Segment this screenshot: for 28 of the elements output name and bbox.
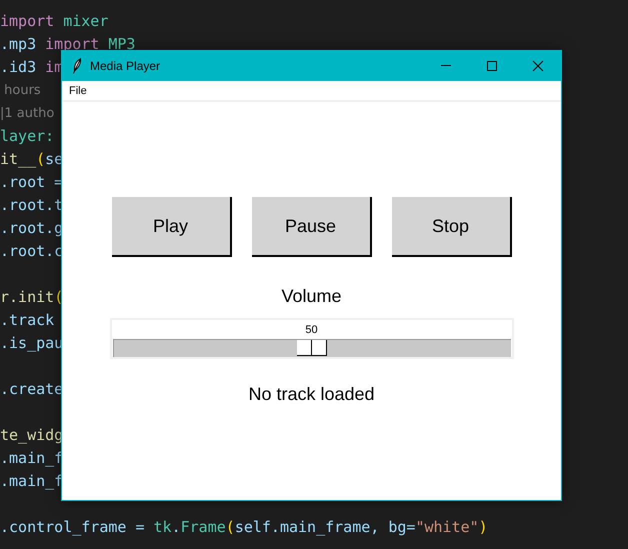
code-line: .control_frame = tk.Frame(self.main_frame, bg="white"): [0, 517, 488, 538]
window-title: Media Player: [90, 58, 160, 72]
status-text: No track loaded: [248, 384, 375, 405]
volume-reading: 50: [305, 324, 318, 336]
code-line: layer:: [0, 126, 54, 147]
code-line: .root.c: [0, 241, 64, 262]
code-line: |1 autho: [0, 105, 54, 123]
code-line: .main_f: [0, 448, 64, 469]
volume-slider[interactable]: 50: [110, 318, 514, 359]
code-line: import mixer: [0, 11, 108, 32]
close-icon: [532, 60, 544, 72]
slider-thumb[interactable]: [297, 340, 327, 356]
maximize-icon: [486, 60, 498, 72]
code-line: .root.t: [0, 195, 64, 216]
code-line: .mp3 import MP3: [0, 34, 136, 55]
minimize-icon: [441, 65, 451, 66]
code-line: .main_f: [0, 471, 64, 492]
code-line: .create: [0, 379, 64, 400]
code-line: .track: [0, 310, 54, 331]
control-button[interactable]: Play: [112, 197, 232, 257]
code-line: r.init(: [0, 287, 64, 308]
code-line: hours: [3, 82, 41, 100]
volume-label: Volume: [281, 286, 342, 307]
control-button[interactable]: Pause: [252, 197, 372, 257]
code-line: te_widg: [0, 425, 64, 446]
control-button[interactable]: Stop: [392, 197, 512, 257]
feather-icon: [72, 58, 82, 74]
menu-item[interactable]: File: [68, 84, 88, 96]
